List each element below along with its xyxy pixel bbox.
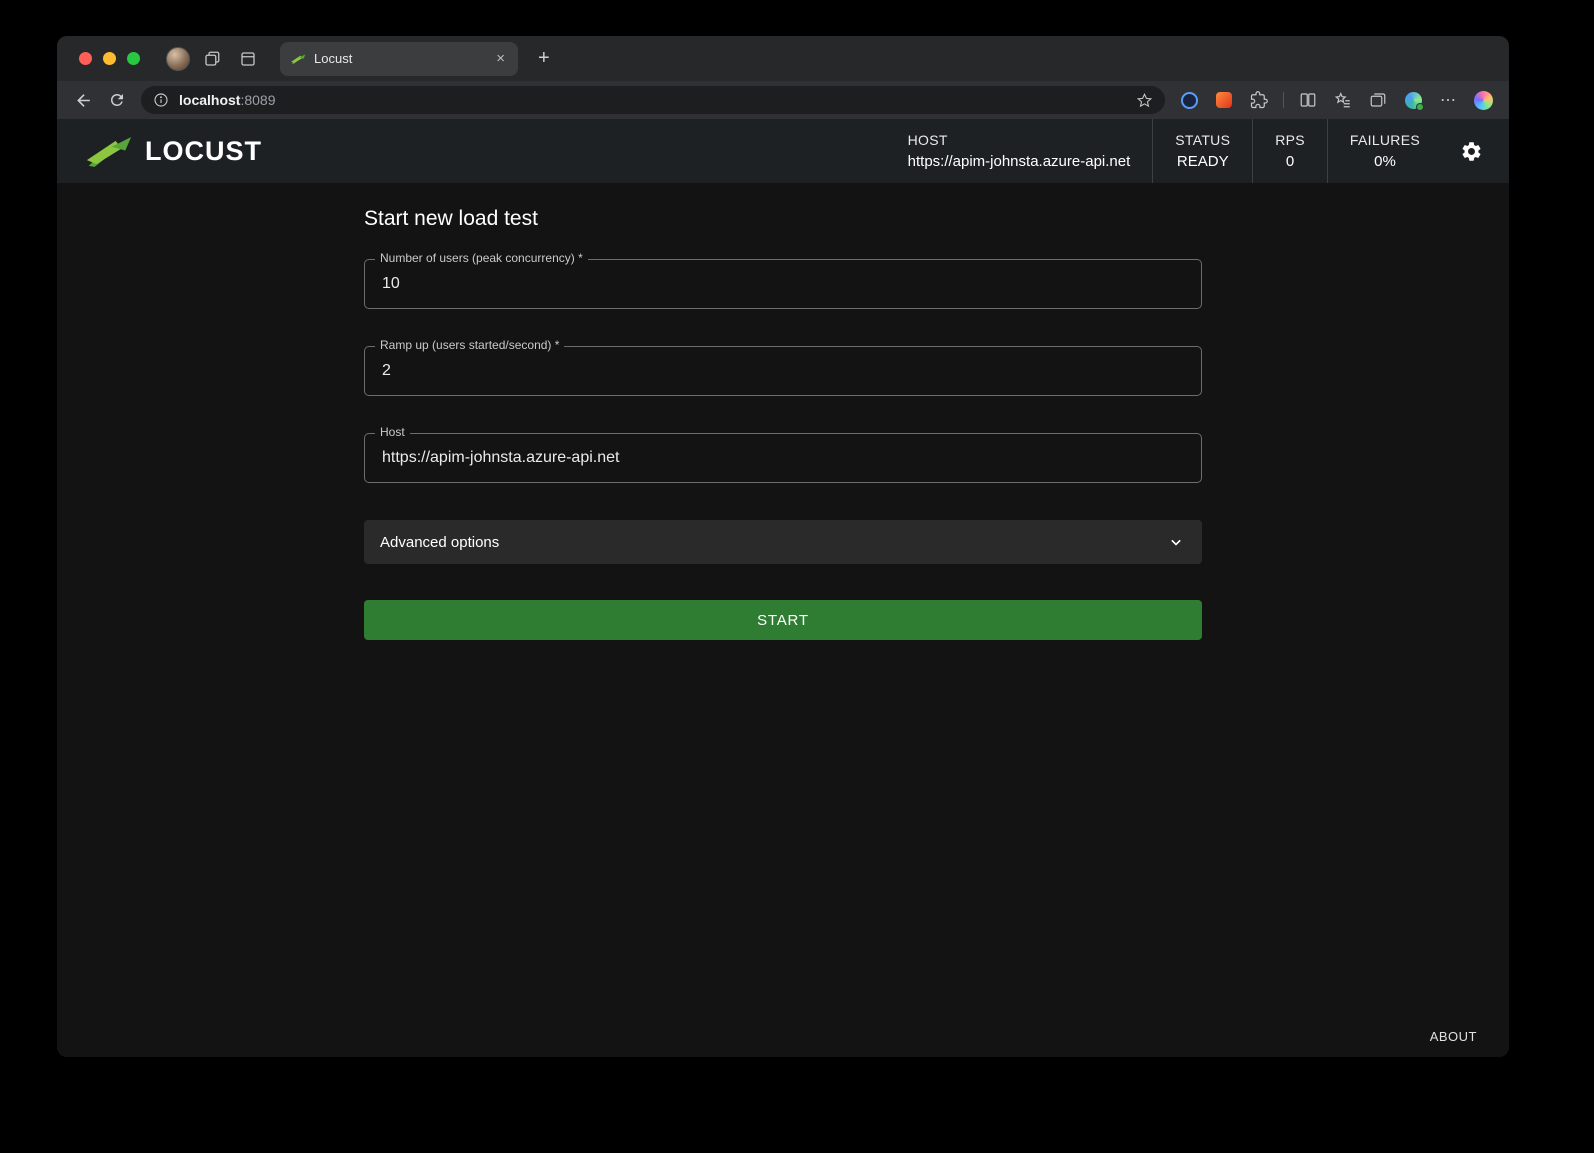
reload-icon[interactable] [103, 86, 131, 114]
locust-home-link[interactable]: LOCUST [83, 119, 262, 183]
close-window-button[interactable] [79, 52, 92, 65]
favorites-hub-icon[interactable] [1329, 87, 1357, 113]
stat-rps-label: RPS [1275, 132, 1305, 148]
stat-rps: RPS 0 [1252, 119, 1327, 183]
brand-name: LOCUST [145, 136, 262, 167]
advanced-options-label: Advanced options [380, 534, 499, 551]
ramp-up-input[interactable] [380, 361, 1186, 381]
advanced-options-accordion[interactable]: Advanced options [364, 520, 1202, 564]
stat-failures-label: FAILURES [1350, 132, 1420, 148]
page-title: Start new load test [364, 207, 1202, 231]
status-bar: HOST https://apim-johnsta.azure-api.net … [886, 119, 1442, 183]
extensions-row: ⋯ [1175, 87, 1497, 113]
browser-window: Locust × + localhost:8089 [57, 36, 1509, 1057]
main-content: Start new load test Number of users (pea… [57, 183, 1509, 1057]
stat-host-label: HOST [908, 132, 1131, 148]
workspaces-icon[interactable] [198, 45, 226, 73]
host-field[interactable]: Host [364, 433, 1202, 483]
back-icon[interactable] [69, 86, 97, 114]
load-test-form: Start new load test Number of users (pea… [364, 207, 1202, 640]
tab-close-icon[interactable]: × [493, 50, 508, 67]
stat-host-value: https://apim-johnsta.azure-api.net [908, 153, 1131, 170]
stat-host: HOST https://apim-johnsta.azure-api.net [886, 119, 1153, 183]
stat-status: STATUS READY [1152, 119, 1252, 183]
tab-actions-icon[interactable] [234, 45, 262, 73]
start-button[interactable]: START [364, 600, 1202, 640]
site-info-icon[interactable] [153, 92, 169, 108]
extensions-puzzle-icon[interactable] [1245, 87, 1273, 113]
zoom-window-button[interactable] [127, 52, 140, 65]
num-users-label: Number of users (peak concurrency) * [375, 251, 588, 265]
locust-favicon-icon [290, 53, 306, 65]
ramp-up-field[interactable]: Ramp up (users started/second) * [364, 346, 1202, 396]
chevron-down-icon [1166, 532, 1186, 552]
split-screen-icon[interactable] [1294, 87, 1322, 113]
num-users-input[interactable] [380, 274, 1186, 294]
minimize-window-button[interactable] [103, 52, 116, 65]
host-input[interactable] [380, 448, 1186, 468]
new-tab-button[interactable]: + [532, 47, 556, 70]
address-bar[interactable]: localhost:8089 [141, 86, 1165, 114]
tab-title: Locust [314, 51, 485, 66]
tab-strip: Locust × + [57, 36, 1509, 81]
copilot-icon[interactable] [1469, 87, 1497, 113]
rewards-icon[interactable] [1399, 87, 1427, 113]
toolbar-divider [1283, 92, 1284, 108]
locust-page: LOCUST HOST https://apim-johnsta.azure-a… [57, 119, 1509, 1057]
url-text: localhost:8089 [179, 92, 276, 108]
host-label: Host [375, 425, 410, 439]
url-host: localhost [179, 92, 240, 108]
ramp-up-label: Ramp up (users started/second) * [375, 338, 564, 352]
stat-failures-value: 0% [1350, 153, 1420, 170]
locust-logo-icon [83, 135, 133, 168]
app-navbar: LOCUST HOST https://apim-johnsta.azure-a… [57, 119, 1509, 183]
stat-status-value: READY [1175, 153, 1230, 170]
settings-gear-icon[interactable] [1442, 119, 1509, 183]
adblock-extension-icon[interactable] [1210, 87, 1238, 113]
profile-avatar[interactable] [166, 47, 190, 71]
collections-icon[interactable] [1364, 87, 1392, 113]
stat-status-label: STATUS [1175, 132, 1230, 148]
num-users-field[interactable]: Number of users (peak concurrency) * [364, 259, 1202, 309]
about-link[interactable]: ABOUT [1430, 1029, 1477, 1044]
more-menu-icon[interactable]: ⋯ [1434, 87, 1462, 113]
url-port: :8089 [240, 92, 275, 108]
stat-failures: FAILURES 0% [1327, 119, 1442, 183]
password-manager-icon[interactable] [1175, 87, 1203, 113]
window-controls [79, 52, 140, 65]
stat-rps-value: 0 [1275, 153, 1305, 170]
favorite-star-icon[interactable] [1136, 92, 1153, 109]
browser-tab[interactable]: Locust × [280, 42, 518, 76]
browser-toolbar: localhost:8089 [57, 81, 1509, 119]
